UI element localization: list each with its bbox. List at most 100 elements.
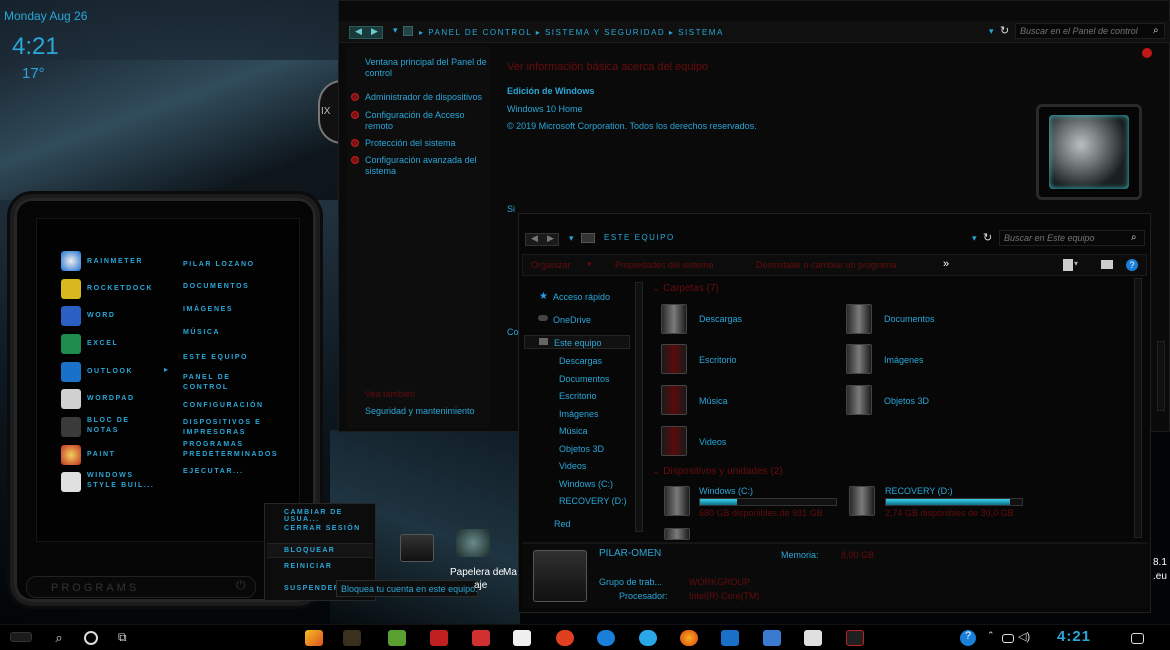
start-link-devices[interactable]: Dispositivos e impresoras [183, 418, 267, 438]
network-item-icon[interactable] [664, 528, 690, 540]
firefox-icon[interactable] [680, 630, 698, 646]
outlook-icon[interactable] [61, 362, 81, 382]
control-panel-search-input[interactable] [1015, 23, 1165, 39]
start-item-wordpad[interactable]: WordPad [87, 394, 135, 404]
notepad-icon[interactable] [61, 417, 81, 437]
volume-icon[interactable]: ◁) [1018, 630, 1036, 646]
organize-menu[interactable]: Organizar [531, 260, 571, 270]
power-item-restart[interactable]: Reiniciar [284, 563, 332, 570]
nav-music[interactable]: Música [559, 426, 588, 436]
dropdown-icon[interactable]: ▾ [587, 259, 592, 270]
start-item-notepad[interactable]: Bloc de notas [87, 416, 157, 436]
start-item-word[interactable]: Word [87, 311, 116, 321]
nav-pictures[interactable]: Imágenes [559, 409, 599, 419]
content-scrollbar[interactable] [1134, 278, 1142, 538]
start-link-default-programs[interactable]: Programas predeterminados [183, 440, 283, 460]
nav-documents[interactable]: Documentos [559, 374, 610, 384]
back-arrow-icon[interactable]: ◀ [531, 233, 538, 244]
folder-music-icon[interactable] [661, 385, 687, 415]
wordpad-icon[interactable] [61, 389, 81, 409]
taskbar-clock[interactable]: 4:21 [1057, 628, 1091, 645]
submenu-arrow-icon[interactable]: ▸ [164, 365, 168, 374]
breadcrumb-security[interactable]: Sistema y seguridad [545, 28, 665, 37]
nav-desktop[interactable]: Escritorio [559, 391, 597, 401]
start-item-rocketdock[interactable]: RocketDock [87, 284, 153, 294]
uninstall-program-button[interactable]: Desinstalar o cambiar un programa [756, 260, 897, 270]
sidebar-link-device-manager[interactable]: Administrador de dispositivos [365, 92, 487, 103]
back-arrow-icon[interactable]: ◀ [355, 26, 362, 37]
recycle-bin-label[interactable]: Papelera de [450, 567, 504, 578]
nav-quick-access[interactable]: Acceso rápido [553, 292, 610, 302]
all-programs-button[interactable]: Programs [26, 576, 256, 598]
app-icon[interactable] [804, 630, 822, 646]
paint-icon[interactable] [61, 445, 81, 465]
start-link-documents[interactable]: Documentos [183, 282, 249, 292]
nvidia-icon[interactable] [388, 630, 406, 646]
folder-documents[interactable]: Documentos [884, 314, 935, 324]
breadcrumb-system[interactable]: Sistema [678, 28, 724, 37]
search-icon[interactable]: ⌕ [1131, 232, 1137, 243]
nav-drive-d[interactable]: RECOVERY (D:) [559, 496, 627, 506]
power-item-sleep[interactable]: Suspender [284, 585, 340, 592]
power-item-switch-user[interactable]: Cambiar de usua... [284, 509, 375, 523]
omen-icon[interactable] [430, 630, 448, 646]
rainmeter-icon[interactable] [61, 251, 81, 271]
style-builder-icon[interactable] [61, 472, 81, 492]
nav-network[interactable]: Red [554, 519, 571, 529]
nav-buttons[interactable]: ◀ ▶ [525, 233, 559, 246]
history-dropdown-icon[interactable]: ▾ [569, 233, 574, 244]
sidebar-home-link[interactable]: Ventana principal del Panel de control [365, 57, 487, 79]
word-icon[interactable] [61, 306, 81, 326]
nav-drive-c[interactable]: Windows (C:) [559, 479, 613, 489]
folder-pictures[interactable]: Imágenes [884, 355, 924, 365]
folder-downloads[interactable]: Descargas [699, 314, 742, 324]
system-properties-button[interactable]: Propiedades del sistema [615, 260, 714, 270]
nav-scrollbar[interactable] [635, 282, 643, 532]
forward-arrow-icon[interactable]: ▶ [371, 26, 378, 37]
start-item-outlook[interactable]: Outlook [87, 367, 133, 377]
folder-desktop[interactable]: Escritorio [699, 355, 737, 365]
search-icon[interactable]: ⌕ [50, 630, 68, 646]
excel-icon[interactable] [61, 334, 81, 354]
task-view-icon[interactable]: ⧉ [118, 630, 136, 646]
game-icon[interactable] [472, 630, 490, 646]
help-icon[interactable]: ? [1126, 259, 1138, 271]
store-icon[interactable] [305, 630, 323, 646]
start-link-settings[interactable]: Configuración [183, 401, 264, 411]
folder-3d-objects-icon[interactable] [846, 385, 872, 415]
folder-3d-objects[interactable]: Objetos 3D [884, 396, 929, 406]
folder-desktop-icon[interactable] [661, 344, 687, 374]
more-commands-button[interactable]: » [943, 258, 949, 270]
folder-downloads-icon[interactable] [661, 304, 687, 334]
folder-documents-icon[interactable] [846, 304, 872, 334]
dropdown-icon[interactable]: ▾ [1074, 259, 1078, 268]
refresh-icon[interactable]: ↻ [1000, 24, 1009, 37]
sidebar-link-remote[interactable]: Configuración de Acceso remoto [365, 110, 475, 132]
edge-icon[interactable] [597, 630, 615, 646]
rocketdock-taskbar-icon[interactable] [343, 630, 361, 646]
start-link-user[interactable]: Pilar Lozano [183, 260, 255, 270]
forward-arrow-icon[interactable]: ▶ [547, 233, 554, 244]
folder-pictures-icon[interactable] [846, 344, 872, 374]
preview-pane-icon[interactable] [1101, 260, 1113, 269]
search-icon[interactable]: ⌕ [1153, 25, 1159, 36]
folder-music[interactable]: Música [699, 396, 728, 406]
vertical-scrollbar[interactable] [1157, 341, 1165, 411]
notifications-icon[interactable] [1131, 633, 1144, 644]
folders-section-header[interactable]: ⌄ Carpetas (7) [652, 283, 719, 294]
start-link-control-panel[interactable]: Panel de control [183, 373, 243, 393]
start-item-style-builder[interactable]: Windows Style Buil... [87, 471, 167, 491]
sidebar-link-protection[interactable]: Protección del sistema [365, 138, 487, 149]
nav-videos[interactable]: Videos [559, 461, 586, 471]
power-item-sign-out[interactable]: Cerrar sesión [284, 525, 361, 532]
recycle-bin-icon[interactable] [456, 529, 490, 557]
rocketdock-icon[interactable] [61, 279, 81, 299]
nav-3d-objects[interactable]: Objetos 3D [559, 444, 604, 454]
view-options-icon[interactable] [1063, 259, 1073, 271]
folder-videos[interactable]: Videos [699, 437, 726, 447]
start-link-this-pc[interactable]: Este equipo [183, 353, 248, 363]
mail-icon[interactable] [513, 630, 531, 646]
drive-d-name[interactable]: RECOVERY (D:) [885, 486, 953, 496]
start-button-icon[interactable] [10, 632, 32, 642]
sidebar-link-security[interactable]: Seguridad y mantenimiento [365, 406, 475, 417]
